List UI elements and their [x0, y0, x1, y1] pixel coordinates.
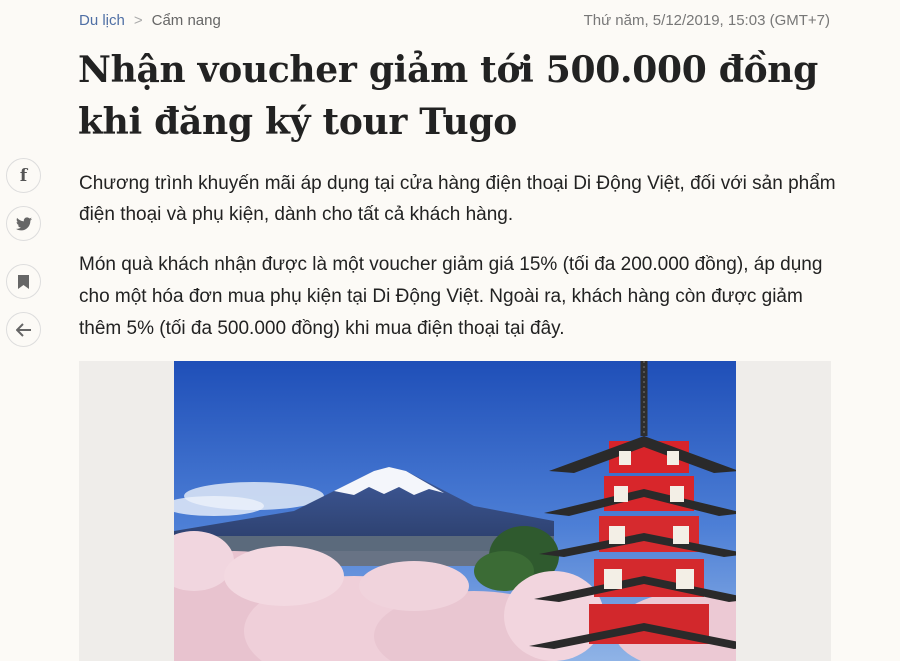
breadcrumb-subcategory-link[interactable]: Cẩm nang: [152, 12, 221, 29]
photo-illustration: [174, 361, 736, 661]
article-figure: [79, 361, 831, 661]
article-photo-fuji-pagoda[interactable]: [174, 361, 736, 661]
facebook-share-button[interactable]: f: [6, 158, 41, 193]
twitter-icon: [15, 216, 32, 230]
twitter-share-button[interactable]: [6, 206, 41, 241]
breadcrumb-separator: >: [133, 12, 143, 29]
publish-timestamp: Thứ năm, 5/12/2019, 15:03 (GMT+7): [583, 12, 830, 29]
article-lead: Chương trình khuyến mãi áp dụng tại cửa …: [79, 173, 836, 225]
breadcrumb: Du lịch > Cẩm nang: [79, 12, 221, 29]
bookmark-button[interactable]: [6, 264, 41, 299]
article-title: Nhận voucher giảm tới 500.000 đồng khi đ…: [78, 49, 819, 143]
breadcrumb-category-link[interactable]: Du lịch: [79, 12, 125, 29]
back-button[interactable]: [6, 312, 41, 347]
article-paragraph: Món quà khách nhận được là một voucher g…: [79, 254, 823, 339]
bookmark-icon: [18, 274, 29, 289]
back-arrow-icon: [15, 322, 31, 337]
facebook-icon: f: [19, 165, 28, 186]
